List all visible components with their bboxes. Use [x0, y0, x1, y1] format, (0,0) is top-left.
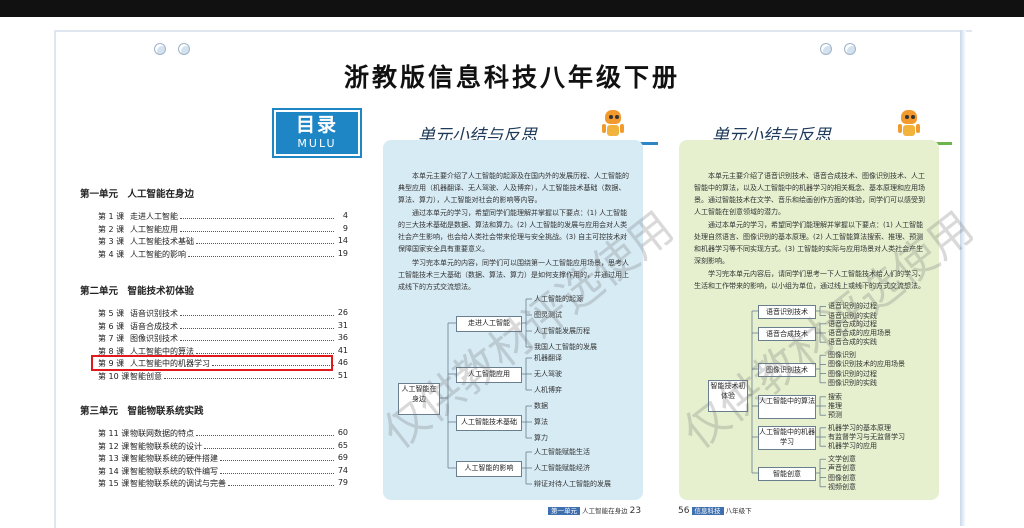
mindmap-leaf: 预测: [828, 411, 842, 420]
mindmap-leaf: 人机博弈: [534, 386, 562, 394]
mindmap-leaf: 视频创意: [828, 482, 856, 491]
mindmap-leaf: 人工智能赋能生活: [534, 448, 590, 456]
mindmap-branch: 人工智能的影响: [456, 461, 522, 477]
mindmap-leaf: 人工智能赋能经济: [534, 464, 590, 472]
mindmap-leaf: 辩证对待人工智能的发展: [534, 480, 611, 488]
mindmap-leaf: 算法: [534, 418, 548, 426]
footer-green: 56 信息科技 八年级下: [678, 505, 752, 516]
footer-page-number: 23: [629, 506, 642, 516]
footer-unit-title: 人工智能在身边: [582, 507, 628, 515]
mindmap-branch: 人工智能中的机器学习: [758, 426, 816, 450]
mindmap-branch: 智能创意: [758, 467, 816, 481]
mindmap-leaf: 算力: [534, 434, 548, 442]
footer-page-number: 56: [678, 506, 690, 516]
footer-grade: 八年级下: [725, 507, 752, 515]
mindmap-branch: 人工智能技术基础: [456, 415, 522, 431]
footer-book: 信息科技: [691, 507, 724, 515]
mindmap-leaf: 无人驾驶: [534, 370, 562, 378]
mindmap-leaf: 图像识别的实践: [828, 378, 877, 387]
footer-blue: 第一单元 人工智能在身边 23: [548, 505, 641, 516]
mindmap-leaf: 机器学习的应用: [828, 442, 877, 451]
footer-unit: 第一单元: [548, 507, 580, 515]
mindmap-leaf: 数据: [534, 402, 548, 410]
